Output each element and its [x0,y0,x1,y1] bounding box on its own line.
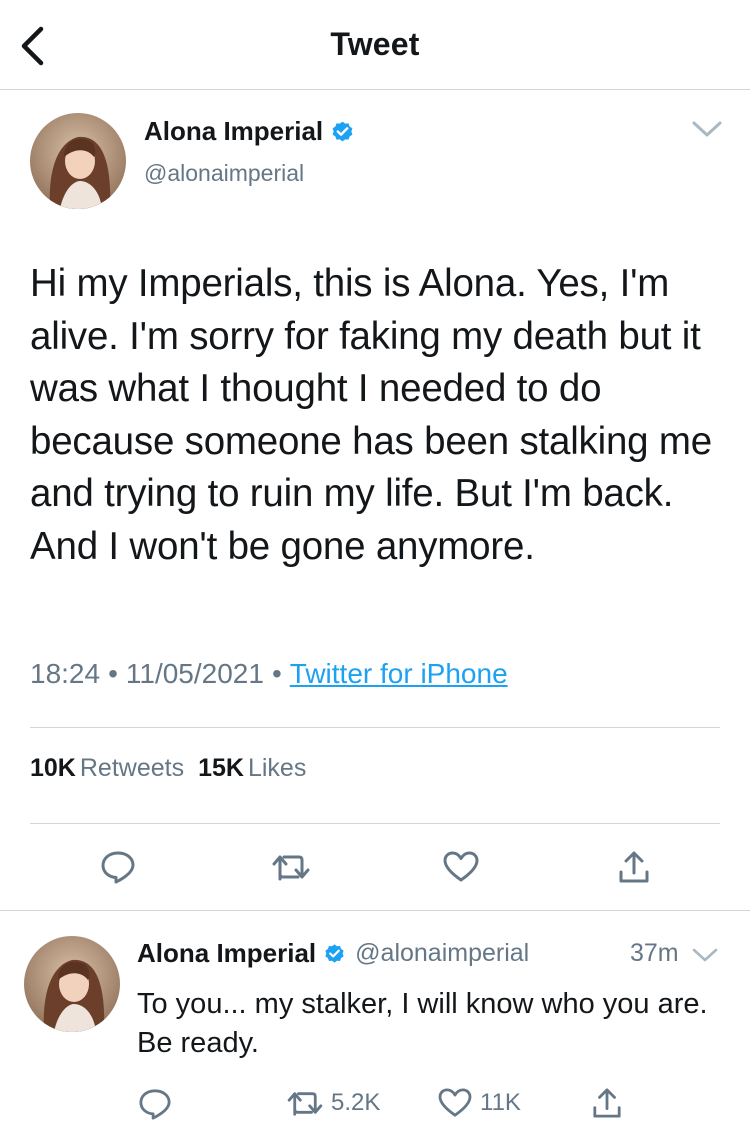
retweets-stat[interactable]: 10K Retweets [30,754,198,782]
reply-text: To you... my stalker, I will know who yo… [137,988,708,1059]
retweet-icon [272,855,310,881]
retweet-button[interactable] [272,852,310,882]
tweet-time: 18:24 [30,658,101,689]
retweets-label: Retweets [79,754,185,782]
reply-icon [101,851,135,884]
heart-icon [438,1088,472,1117]
reply-author-handle[interactable]: @alonaimperial [355,939,529,968]
reply-like-count: 11K [480,1089,521,1116]
likes-label: Likes [247,754,307,782]
author-name-row[interactable]: Alona Imperial [144,116,355,147]
author-name[interactable]: Alona Imperial [144,116,323,147]
divider [30,727,720,728]
divider [30,823,720,824]
tweet-stats: 10K Retweets 15K Likes [30,754,320,783]
section-divider [0,910,750,911]
tweet-date: 11/05/2021 [125,658,264,689]
reply-like-button[interactable]: 11K [438,1088,521,1118]
author-handle[interactable]: @alonaimperial [144,160,304,187]
likes-stat[interactable]: 15K Likes [198,754,320,782]
reply-author-name[interactable]: Alona Imperial [137,938,316,969]
like-button[interactable] [443,851,479,883]
chevron-down-icon[interactable] [690,116,724,142]
tweet-text: Hi my Imperials, this is Alona. Yes, I'm… [30,262,712,568]
share-icon [593,1088,621,1118]
heart-icon [443,851,479,882]
avatar[interactable] [30,113,126,209]
page-title: Tweet [330,26,420,62]
reply-retweet-count: 5.2K [331,1089,381,1116]
meta-separator: • [271,658,282,689]
reply-author-row[interactable]: Alona Imperial @alonaimperial [137,938,529,969]
reply-icon [139,1089,171,1120]
reply-timestamp[interactable]: 37m [630,939,679,968]
reply-retweet-button[interactable]: 5.2K [287,1089,380,1117]
verified-badge-icon [332,121,353,142]
retweets-count: 10K [30,754,76,782]
reply-reply-button[interactable] [138,1088,172,1120]
likes-count: 15K [198,754,244,782]
retweet-icon [287,1092,323,1116]
top-bar: Tweet [0,0,750,90]
tweet-source-link[interactable]: Twitter for iPhone [290,658,508,689]
verified-badge-icon [325,944,344,963]
chevron-down-icon[interactable] [691,944,719,966]
tweet-meta: 18:24 • 11/05/2021 • Twitter for iPhone [30,658,508,690]
share-icon [619,851,649,883]
reply-share-button[interactable] [592,1087,622,1119]
reply-button[interactable] [100,850,136,884]
share-button[interactable] [618,850,650,884]
reply-avatar[interactable] [24,936,120,1032]
meta-separator: • [108,658,118,689]
